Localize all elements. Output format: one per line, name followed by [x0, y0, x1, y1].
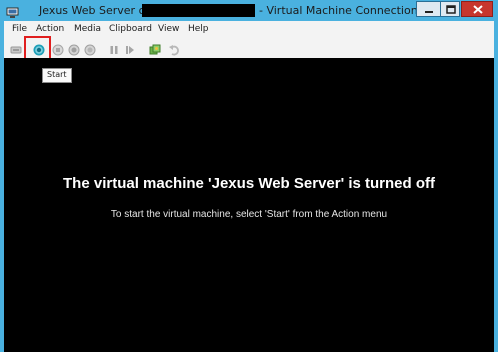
save-icon[interactable] — [84, 41, 96, 56]
vm-start-instruction: To start the virtual machine, select 'St… — [110, 209, 388, 220]
shut-down-icon[interactable] — [68, 41, 80, 56]
menu-file[interactable]: File — [12, 23, 27, 35]
vm-connection-window: Jexus Web Server on - Virtual Machine Co… — [0, 0, 498, 352]
ctrl-alt-del-icon[interactable] — [10, 41, 22, 54]
menu-action[interactable]: Action — [36, 23, 64, 35]
menu-media[interactable]: Media — [74, 23, 101, 35]
toolbar — [4, 36, 494, 58]
close-button[interactable] — [461, 1, 493, 17]
vm-screen[interactable]: The virtual machine 'Jexus Web Server' i… — [4, 58, 494, 352]
window-title-suffix: - Virtual Machine Connection — [259, 4, 418, 17]
maximize-button[interactable] — [440, 1, 460, 17]
close-icon — [473, 5, 483, 14]
snapshot-icon[interactable] — [149, 41, 161, 55]
start-button-highlight — [24, 36, 51, 60]
maximize-icon — [446, 5, 456, 14]
minimize-button[interactable] — [416, 1, 441, 17]
window-title-vm-name: Jexus Web Server on — [39, 4, 153, 17]
start-tooltip: Start — [42, 68, 72, 83]
menu-clipboard[interactable]: Clipboard — [109, 23, 152, 35]
turn-off-icon[interactable] — [52, 41, 64, 56]
menu-view[interactable]: View — [158, 23, 179, 35]
title-bar[interactable]: Jexus Web Server on - Virtual Machine Co… — [0, 0, 498, 21]
reset-icon[interactable] — [124, 41, 136, 54]
menu-help[interactable]: Help — [188, 23, 209, 35]
minimize-icon — [425, 11, 433, 13]
redacted-host-name — [142, 4, 255, 17]
menu-bar: File Action Media Clipboard View Help — [4, 21, 494, 36]
pause-icon[interactable] — [108, 41, 120, 54]
vm-off-heading: The virtual machine 'Jexus Web Server' i… — [63, 175, 435, 192]
revert-icon[interactable] — [168, 41, 180, 56]
